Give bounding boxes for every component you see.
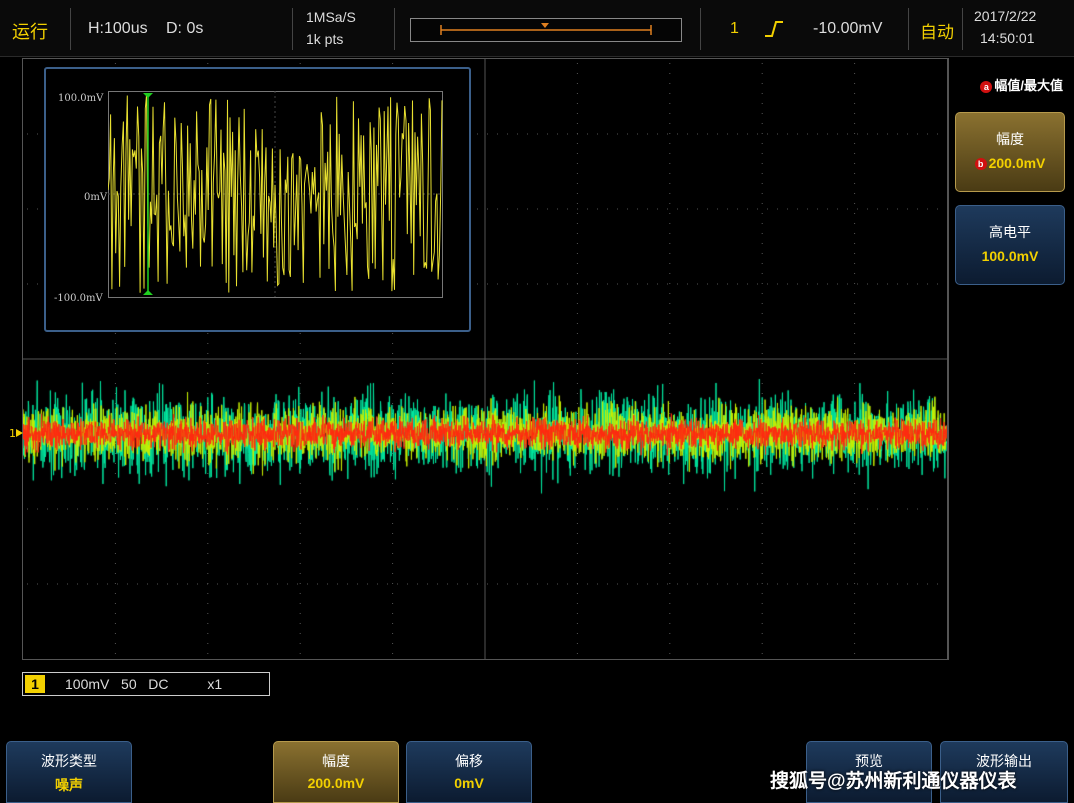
divider [908, 8, 909, 50]
trigger-source[interactable]: 1 [730, 20, 739, 38]
offset-button[interactable]: 偏移 0mV [406, 741, 532, 803]
trigger-level[interactable]: -10.00mV [813, 20, 882, 38]
divider [394, 8, 395, 50]
channel-1-info[interactable]: 1 100mV 50 DC x1 [22, 672, 270, 696]
high-level-softkey[interactable]: 高电平 100.0mV [955, 205, 1065, 285]
trigger-mode[interactable]: 自动 [920, 18, 954, 43]
clock: 14:50:01 [980, 30, 1035, 46]
badge-a: a [980, 80, 993, 93]
menu-title: a 幅值/最大值 [949, 75, 1067, 94]
badge-b: b [974, 158, 987, 171]
preview-top-label: 100.0mV [58, 93, 104, 104]
waveform-preview-window: 100.0mV 0mV -100.0mV [44, 67, 471, 332]
channel-settings: 100mV 50 DC x1 [65, 676, 223, 692]
status-bar: 运行 H:100us D: 0s 1MSa/S 1k pts 1 -10.00m… [0, 0, 1074, 57]
horizontal-delay[interactable]: D: 0s [166, 20, 203, 38]
preview-plot [108, 91, 443, 298]
button-value: 0mV [454, 775, 484, 791]
divider [70, 8, 71, 50]
softkey-label: 幅度 [996, 131, 1024, 147]
button-label: 波形类型 [41, 753, 97, 769]
rising-edge-icon[interactable] [763, 18, 785, 45]
amplitude-softkey[interactable]: 幅度 b 200.0mV [955, 112, 1065, 192]
run-status[interactable]: 运行 [12, 18, 48, 44]
divider [962, 8, 963, 50]
sample-rate: 1MSa/S [306, 9, 356, 25]
softkey-value: b 200.0mV [956, 155, 1064, 171]
button-value: 200.0mV [307, 775, 365, 791]
channel-1-offset-marker[interactable]: 1 [8, 426, 24, 440]
waveform-type-button[interactable]: 波形类型 噪声 [6, 741, 132, 803]
divider [700, 8, 701, 50]
button-value: 噪声 [55, 777, 83, 793]
preview-bottom-label: -100.0mV [54, 293, 103, 304]
softkey-value: 100.0mV [981, 248, 1039, 264]
amplitude-button[interactable]: 幅度 200.0mV [273, 741, 399, 803]
horizontal-scale[interactable]: H:100us [88, 20, 148, 38]
date: 2017/2/22 [974, 8, 1037, 24]
softkey-label: 高电平 [989, 224, 1031, 240]
menu-title-label: 幅值/最大值 [994, 78, 1063, 93]
memory-position-bar[interactable] [410, 18, 682, 42]
divider [292, 8, 293, 50]
channel-number: 1 [25, 675, 45, 693]
side-menu: a 幅值/最大值 幅度 b 200.0mV 高电平 100.0mV [948, 58, 1068, 660]
record-length: 1k pts [306, 31, 344, 47]
svg-text:1: 1 [9, 427, 16, 440]
button-label: 幅度 [322, 753, 350, 769]
button-label: 偏移 [455, 753, 483, 769]
watermark: 搜狐号@苏州新利通仪器仪表 [770, 771, 1017, 792]
preview-mid-label: 0mV [84, 192, 108, 203]
